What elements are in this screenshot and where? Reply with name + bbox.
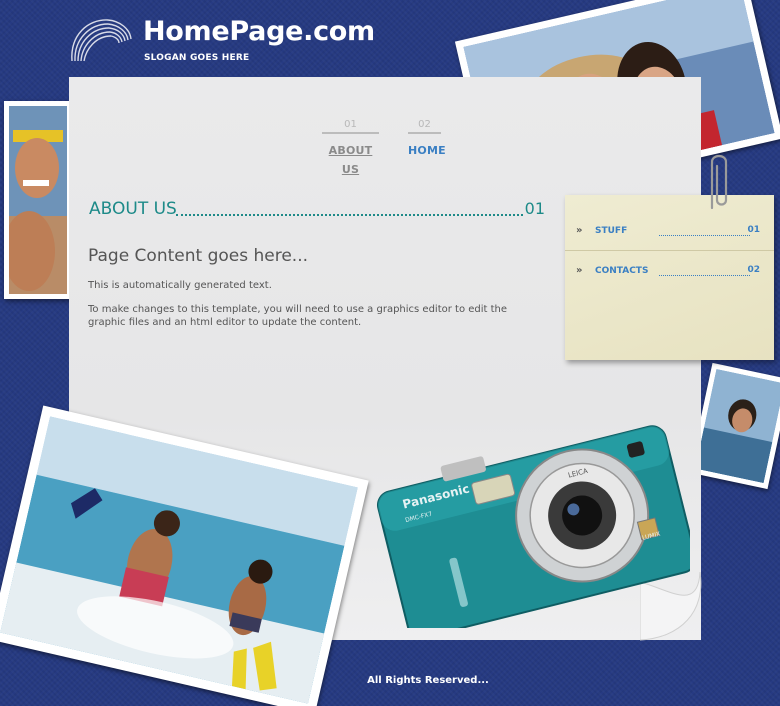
man-photo [4,101,72,299]
nav-item-about-us[interactable]: 01 ABOUT US [322,119,379,177]
paperclip-icon [710,154,728,210]
footer-copyright: All Rights Reserved... [367,675,489,686]
content-paragraph: This is automatically generated text. [88,280,272,291]
nav-item-home[interactable]: 02 HOME [408,119,446,158]
sidebar-item-number: 01 [747,225,760,235]
double-chevron-right-icon: » [576,265,583,276]
sidebar-item-contacts[interactable]: » CONTACTS 02 [565,252,774,290]
sidebar-item-label[interactable]: CONTACTS [595,266,648,276]
section-title: ABOUT US [89,199,177,219]
section-heading: ABOUT US 01 [89,199,545,221]
sidebar-dotted-rule [659,235,750,236]
nav-label[interactable]: ABOUT US [329,144,373,176]
nav-bar [408,132,441,134]
sidebar-note: » STUFF 01 » CONTACTS 02 [565,195,774,360]
double-chevron-right-icon: » [576,225,583,236]
nav-bar [322,132,379,134]
content-heading: Page Content goes here... [88,246,309,266]
sidebar-item-number: 02 [747,265,760,275]
sidebar-item-label[interactable]: STUFF [595,226,627,236]
section-number: 01 [524,199,545,218]
logo-shell-icon [71,19,132,62]
sidebar-divider [565,250,774,251]
nav-label[interactable]: HOME [408,144,446,157]
camera-image: Panasonic DMC-FX7 LEICA LUMIX [377,425,690,628]
sidebar-dotted-rule [659,275,750,276]
section-dotted-rule [176,214,523,216]
logo-title[interactable]: HomePage.com [143,16,375,47]
sidebar-item-stuff[interactable]: » STUFF 01 [565,212,774,250]
content-paragraph: To make changes to this template, you wi… [88,304,508,328]
logo-slogan: SLOGAN GOES HERE [144,53,250,63]
nav-number: 02 [418,119,431,130]
nav-number: 01 [344,119,357,130]
small-photo [689,362,780,490]
